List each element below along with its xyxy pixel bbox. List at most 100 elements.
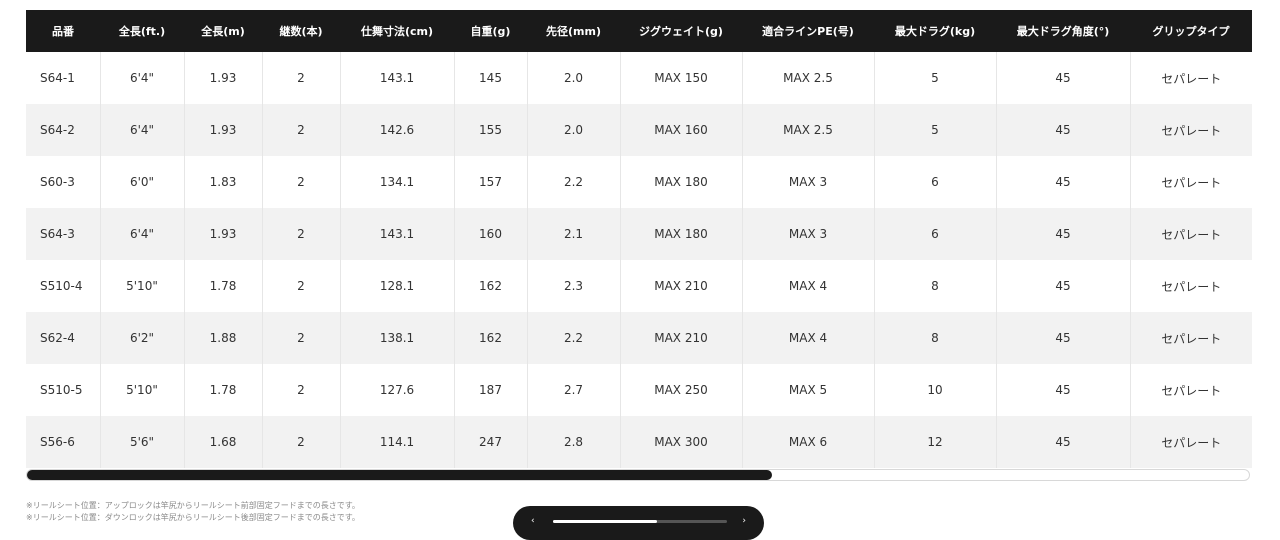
cell-length-m: 1.78 xyxy=(184,364,263,416)
header-model: 品番 xyxy=(26,10,100,52)
cell-max-drag: 6 xyxy=(874,208,997,260)
pager-track[interactable] xyxy=(553,520,727,523)
cell-closed-length: 143.1 xyxy=(340,52,455,104)
cell-pieces: 2 xyxy=(262,312,341,364)
cell-grip-type: セパレート xyxy=(1130,260,1252,312)
table-header-row: 品番 全長(ft.) 全長(m) 継数(本) 仕舞寸法(cm) 自重(g) 先径… xyxy=(26,10,1252,52)
cell-model: S64-1 xyxy=(26,52,101,104)
cell-weight: 162 xyxy=(454,312,528,364)
header-max-drag-angle: 最大ドラグ角度(°) xyxy=(996,10,1130,52)
cell-max-drag: 8 xyxy=(874,260,997,312)
cell-grip-type: セパレート xyxy=(1130,416,1252,468)
header-closed-length: 仕舞寸法(cm) xyxy=(340,10,454,52)
cell-length-m: 1.93 xyxy=(184,104,263,156)
cell-closed-length: 114.1 xyxy=(340,416,455,468)
table-body: S64-1 6'4" 1.93 2 143.1 145 2.0 MAX 150 MAX 2.5 5… xyxy=(26,52,1252,468)
header-jig-weight: ジグウェイト(g) xyxy=(620,10,742,52)
cell-grip-type: セパレート xyxy=(1130,156,1252,208)
cell-length-m: 1.93 xyxy=(184,208,263,260)
cell-max-drag-angle: 45 xyxy=(996,416,1131,468)
cell-max-drag-angle: 45 xyxy=(996,104,1131,156)
cell-pieces: 2 xyxy=(262,364,341,416)
cell-length-ft: 5'6" xyxy=(100,416,185,468)
cell-length-m: 1.68 xyxy=(184,416,263,468)
cell-max-drag-angle: 45 xyxy=(996,52,1131,104)
table-row: S64-3 6'4" 1.93 2 143.1 160 2.1 MAX 180 MAX 3 6 45… xyxy=(26,208,1252,260)
cell-closed-length: 128.1 xyxy=(340,260,455,312)
cell-pieces: 2 xyxy=(262,416,341,468)
horizontal-scrollbar[interactable] xyxy=(26,469,1250,481)
cell-jig-weight: MAX 250 xyxy=(620,364,743,416)
cell-pieces: 2 xyxy=(262,208,341,260)
cell-weight: 162 xyxy=(454,260,528,312)
cell-closed-length: 143.1 xyxy=(340,208,455,260)
cell-tip-diameter: 2.8 xyxy=(527,416,621,468)
cell-pieces: 2 xyxy=(262,260,341,312)
cell-max-drag-angle: 45 xyxy=(996,364,1131,416)
scrollbar-thumb[interactable] xyxy=(27,470,772,480)
cell-model: S60-3 xyxy=(26,156,101,208)
header-max-drag: 最大ドラグ(kg) xyxy=(874,10,996,52)
cell-tip-diameter: 2.2 xyxy=(527,156,621,208)
note-line-2: ※リールシート位置：ダウンロックは竿尻からリールシート後部固定フードまでの長さで… xyxy=(26,513,360,522)
spec-table: 品番 全長(ft.) 全長(m) 継数(本) 仕舞寸法(cm) 自重(g) 先径… xyxy=(26,10,1252,468)
cell-length-ft: 6'4" xyxy=(100,52,185,104)
cell-model: S64-2 xyxy=(26,104,101,156)
cell-max-drag: 12 xyxy=(874,416,997,468)
cell-jig-weight: MAX 160 xyxy=(620,104,743,156)
cell-length-ft: 5'10" xyxy=(100,364,185,416)
cell-max-drag: 5 xyxy=(874,52,997,104)
table-row: S62-4 6'2" 1.88 2 138.1 162 2.2 MAX 210 MAX 4 8 45… xyxy=(26,312,1252,364)
cell-tip-diameter: 2.1 xyxy=(527,208,621,260)
cell-closed-length: 138.1 xyxy=(340,312,455,364)
table-row: S510-4 5'10" 1.78 2 128.1 162 2.3 MAX 210 MAX 48… xyxy=(26,260,1252,312)
cell-model: S56-6 xyxy=(26,416,101,468)
cell-max-drag: 5 xyxy=(874,104,997,156)
scroll-pager[interactable]: ‹ › xyxy=(513,506,764,540)
cell-closed-length: 127.6 xyxy=(340,364,455,416)
cell-tip-diameter: 2.0 xyxy=(527,52,621,104)
cell-length-m: 1.88 xyxy=(184,312,263,364)
cell-line-pe: MAX 2.5 xyxy=(742,52,875,104)
pager-progress xyxy=(553,520,657,523)
cell-grip-type: セパレート xyxy=(1130,364,1252,416)
cell-line-pe: MAX 4 xyxy=(742,260,875,312)
cell-pieces: 2 xyxy=(262,52,341,104)
table-row: S510-5 5'10" 1.78 2 127.6 187 2.7 MAX 250 MAX 51… xyxy=(26,364,1252,416)
cell-line-pe: MAX 3 xyxy=(742,156,875,208)
cell-grip-type: セパレート xyxy=(1130,52,1252,104)
cell-max-drag-angle: 45 xyxy=(996,208,1131,260)
cell-tip-diameter: 2.7 xyxy=(527,364,621,416)
chevron-right-icon[interactable]: › xyxy=(742,516,746,526)
table-row: S56-6 5'6" 1.68 2 114.1 247 2.8 MAX 300 MAX 6 12 4… xyxy=(26,416,1252,468)
header-pieces: 継数(本) xyxy=(262,10,340,52)
cell-weight: 247 xyxy=(454,416,528,468)
cell-max-drag: 8 xyxy=(874,312,997,364)
chevron-left-icon[interactable]: ‹ xyxy=(531,516,535,526)
header-weight: 自重(g) xyxy=(454,10,527,52)
cell-length-m: 1.93 xyxy=(184,52,263,104)
cell-jig-weight: MAX 180 xyxy=(620,156,743,208)
cell-model: S510-5 xyxy=(26,364,101,416)
cell-grip-type: セパレート xyxy=(1130,208,1252,260)
cell-length-ft: 6'4" xyxy=(100,208,185,260)
cell-max-drag-angle: 45 xyxy=(996,260,1131,312)
cell-weight: 160 xyxy=(454,208,528,260)
table-row: S64-1 6'4" 1.93 2 143.1 145 2.0 MAX 150 MAX 2.5 5… xyxy=(26,52,1252,104)
table-row: S60-3 6'0" 1.83 2 134.1 157 2.2 MAX 180 MAX 3 6 45… xyxy=(26,156,1252,208)
header-length-ft: 全長(ft.) xyxy=(100,10,184,52)
cell-length-m: 1.83 xyxy=(184,156,263,208)
cell-grip-type: セパレート xyxy=(1130,312,1252,364)
cell-line-pe: MAX 6 xyxy=(742,416,875,468)
table-notes: ※リールシート位置：アップロックは竿尻からリールシート前部固定フードまでの長さで… xyxy=(26,500,506,524)
cell-jig-weight: MAX 180 xyxy=(620,208,743,260)
cell-line-pe: MAX 2.5 xyxy=(742,104,875,156)
cell-line-pe: MAX 3 xyxy=(742,208,875,260)
cell-jig-weight: MAX 210 xyxy=(620,312,743,364)
cell-tip-diameter: 2.3 xyxy=(527,260,621,312)
cell-length-ft: 6'0" xyxy=(100,156,185,208)
cell-max-drag: 10 xyxy=(874,364,997,416)
cell-length-ft: 5'10" xyxy=(100,260,185,312)
table-row: S64-2 6'4" 1.93 2 142.6 155 2.0 MAX 160 MAX 2.5 5… xyxy=(26,104,1252,156)
note-line-1: ※リールシート位置：アップロックは竿尻からリールシート前部固定フードまでの長さで… xyxy=(26,501,360,510)
